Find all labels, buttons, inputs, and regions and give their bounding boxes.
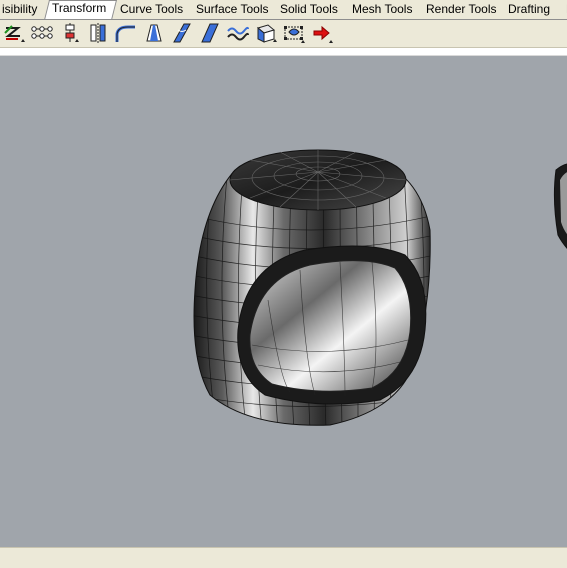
status-bar bbox=[0, 547, 567, 568]
tab-more[interactable]: N bbox=[558, 1, 567, 19]
cage-edit-icon[interactable] bbox=[254, 22, 278, 44]
tab-drafting[interactable]: Drafting bbox=[500, 1, 562, 19]
ribbon-tabbar: isibility Curve Tools Surface Tools Soli… bbox=[0, 0, 567, 20]
twist-icon[interactable] bbox=[170, 22, 194, 44]
ring-model bbox=[193, 149, 567, 426]
tab-curve-tools[interactable]: Curve Tools bbox=[112, 1, 190, 19]
orient-arrow-icon[interactable] bbox=[310, 22, 334, 44]
tab-visibility[interactable]: isibility bbox=[0, 1, 44, 19]
tab-solid-tools[interactable]: Solid Tools bbox=[272, 1, 342, 19]
box-edit-icon[interactable] bbox=[282, 22, 306, 44]
flow-along-icon[interactable] bbox=[226, 22, 250, 44]
align-icon[interactable] bbox=[58, 22, 82, 44]
move-icon[interactable] bbox=[2, 22, 26, 44]
tab-surface-tools[interactable]: Surface Tools bbox=[188, 1, 272, 19]
tab-render-tools[interactable]: Render Tools bbox=[418, 1, 500, 19]
shear-icon[interactable] bbox=[198, 22, 222, 44]
viewport-frame bbox=[0, 48, 567, 56]
bend-icon[interactable] bbox=[114, 22, 138, 44]
3d-viewport[interactable] bbox=[0, 56, 567, 547]
tab-mesh-tools[interactable]: Mesh Tools bbox=[344, 1, 416, 19]
tab-transform[interactable]: Transform bbox=[44, 0, 112, 19]
copy-icon[interactable] bbox=[30, 22, 54, 44]
taper-icon[interactable] bbox=[142, 22, 166, 44]
mirror-icon[interactable] bbox=[86, 22, 110, 44]
transform-toolbar bbox=[0, 20, 567, 48]
